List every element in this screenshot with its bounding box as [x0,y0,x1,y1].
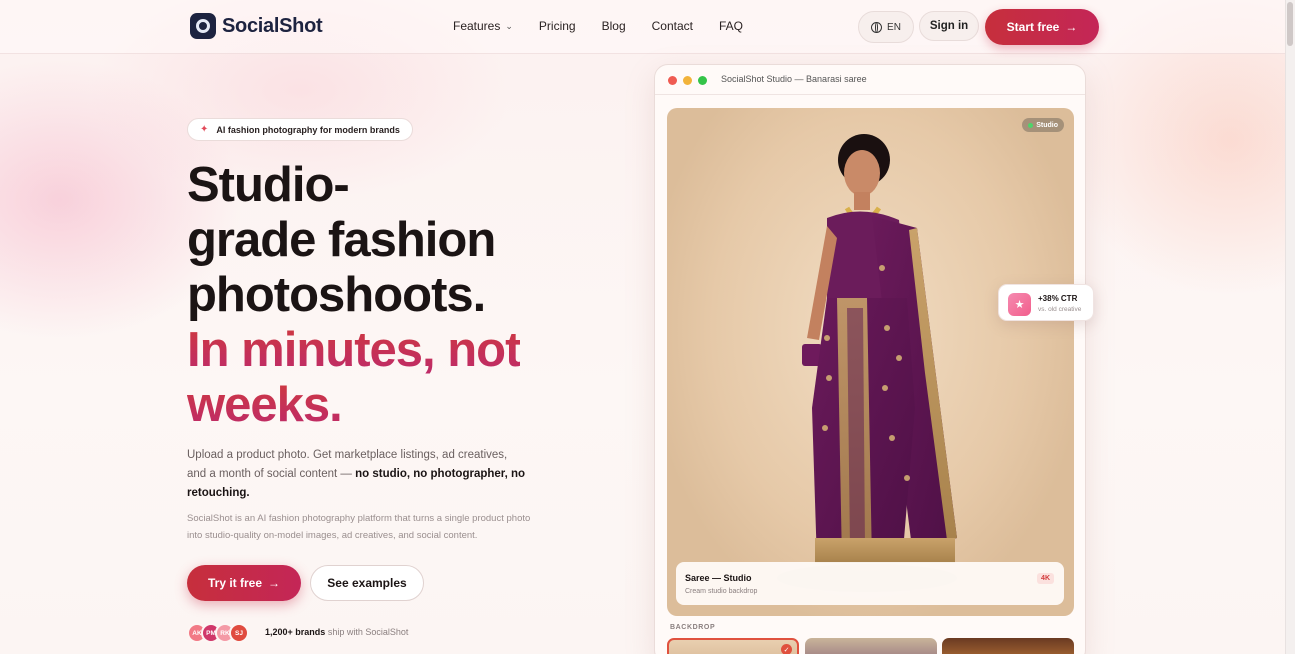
start-free-label: Start free [1006,20,1060,34]
nav-link-blog[interactable]: Blog [602,19,626,33]
minimize-dot-icon [683,76,692,85]
headline-line: Studio- [187,158,350,212]
caption-title: Saree — Studio [685,573,752,583]
nav-link-faq[interactable]: FAQ [719,19,743,33]
backdrop-label: BACKDROP [670,624,716,631]
start-free-button[interactable]: Start free → [985,9,1099,45]
scrollbar-thumb[interactable] [1287,2,1293,46]
saree-model-illustration [777,134,957,592]
try-free-label: Try it free [207,576,263,590]
resolution-badge: 4K [1037,573,1054,584]
window-title: SocialShot Studio — Banarasi saree [721,74,867,84]
camera-icon [190,13,216,39]
studio-status-badge: Studio [1022,118,1064,132]
nav-link-label: Blog [601,19,626,33]
check-icon: ✓ [781,644,792,654]
see-examples-button[interactable]: See examples [310,565,424,601]
nav-link-label: FAQ [718,19,743,33]
social-proof-text: ship with SocialShot [327,627,409,637]
backdrop-thumb-cream[interactable]: ✓ [667,638,799,654]
page-scrollbar[interactable] [1285,0,1295,654]
sparkle-icon: ✦ [200,124,209,135]
arrow-right-icon: → [1065,20,1078,34]
hero-badge: ✦ AI fashion photography for modern bran… [187,118,413,141]
headline-line: grade fashion [187,213,496,267]
hero-lead: Upload a product photo. Get marketplace … [187,446,527,503]
brand-name: SocialShot [222,14,323,37]
live-dot-icon [1028,122,1034,128]
arrow-right-icon: → [268,576,281,590]
nav-link-pricing[interactable]: Pricing [539,19,576,33]
chevron-down-icon: ⌄ [505,20,513,31]
nav-link-label: Pricing [538,19,576,33]
maximize-dot-icon [698,76,707,85]
nav-links: Features ⌄ Pricing Blog Contact FAQ [453,19,769,33]
hero-headline: Studio- grade fashion photoshoots. In mi… [187,158,607,433]
ctr-stat-value: +38% CTR [1038,294,1078,303]
headline-line: photoshoots. [187,268,486,322]
generated-model-photo[interactable]: Studio Saree — Studio Cream studio backd… [667,108,1074,616]
nav-link-label: Contact [651,19,693,33]
hero-badge-label: AI fashion photography for modern brands [216,124,400,135]
nav-link-contact[interactable]: Contact [652,19,693,33]
nav-link-features[interactable]: Features ⌄ [453,19,513,33]
headline-accent-line: weeks. [187,378,343,432]
signin-button[interactable]: Sign in [919,11,979,41]
social-proof-count: 1,200+ brands [265,627,326,637]
studio-tag-label: Studio [1036,121,1058,129]
star-icon: ★ [1008,293,1031,316]
brand-logo[interactable]: SocialShot [190,13,323,39]
nav-link-label: Features [453,19,501,33]
window-titlebar: SocialShot Studio — Banarasi saree [655,65,1085,95]
top-navigation: SocialShot Features ⌄ Pricing Blog Conta… [0,0,1285,54]
caption-subtitle: Cream studio backdrop [685,588,758,595]
try-free-button[interactable]: Try it free → [187,565,301,601]
avatar: SJ [229,623,249,643]
avatar-stack: AK PM RK SJ [187,623,249,643]
backdrop-thumb-festive[interactable] [942,638,1074,654]
language-code: EN [887,21,901,33]
globe-icon [871,21,883,33]
hero-description: SocialShot is an AI fashion photography … [187,513,531,541]
social-proof: 1,200+ brands ship with SocialShot [265,627,408,637]
ctr-stat-card: ★ +38% CTR vs. old creative [998,284,1094,321]
studio-preview-window: SocialShot Studio — Banarasi saree Studi… [654,64,1086,654]
close-dot-icon [668,76,677,85]
backdrop-thumb-outdoor[interactable] [805,638,937,654]
ctr-stat-caption: vs. old creative [1038,306,1082,313]
headline-accent-line: In minutes, not [187,323,521,377]
photo-caption-card: Saree — Studio Cream studio backdrop 4K [676,562,1064,605]
language-switcher[interactable]: EN [858,11,914,43]
